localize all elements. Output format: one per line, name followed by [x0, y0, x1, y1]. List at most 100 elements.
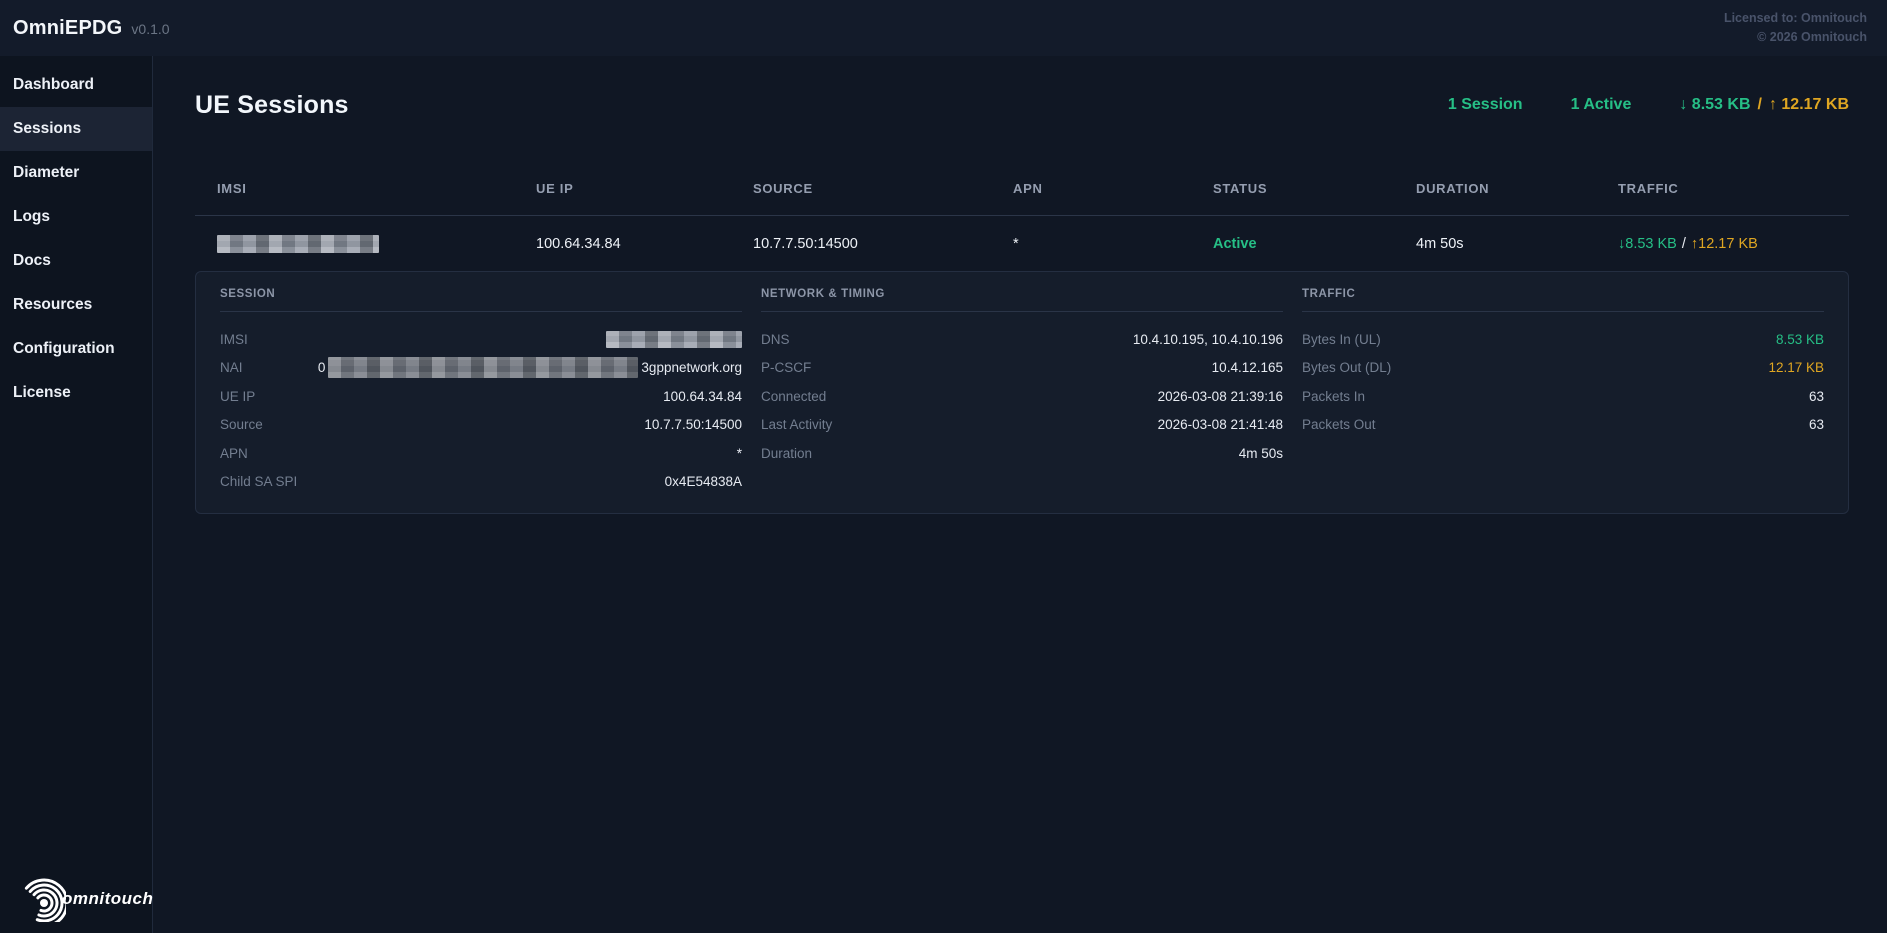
- cell-source: 10.7.7.50:14500: [753, 236, 1013, 252]
- sidebar-item-configuration[interactable]: Configuration: [0, 327, 152, 371]
- detail-row-apn: APN *: [220, 439, 742, 468]
- column-header-traffic: TRAFFIC: [1618, 181, 1849, 196]
- omnitouch-logo: omnitouch: [8, 870, 153, 927]
- column-header-status: STATUS: [1213, 181, 1416, 196]
- column-header-apn: APN: [1013, 181, 1213, 196]
- detail-row-bytes-out: Bytes Out (DL) 12.17 KB: [1302, 354, 1824, 383]
- detail-value-connected: 2026-03-08 21:39:16: [1158, 389, 1283, 404]
- detail-label-nai: NAI: [220, 360, 243, 375]
- detail-row-nai: NAI 0 3gppnetwork.org: [220, 354, 742, 383]
- detail-row-dns: DNS 10.4.10.195, 10.4.10.196: [761, 325, 1283, 354]
- detail-row-imsi: IMSI: [220, 325, 742, 354]
- sessions-table-header: IMSI UE IP SOURCE APN STATUS DURATION TR…: [195, 161, 1849, 216]
- detail-row-packets-out: Packets Out 63: [1302, 411, 1824, 440]
- sidebar: Dashboard Sessions Diameter Logs Docs Re…: [0, 56, 153, 933]
- detail-label-child-sa-spi: Child SA SPI: [220, 474, 297, 489]
- column-header-imsi: IMSI: [195, 181, 536, 196]
- stat-bytes-up: ↑ 12.17 KB: [1769, 96, 1849, 114]
- cell-traffic-down: ↓8.53 KB: [1618, 236, 1677, 252]
- detail-row-ue-ip: UE IP 100.64.34.84: [220, 382, 742, 411]
- detail-label-last-activity: Last Activity: [761, 417, 832, 432]
- column-header-duration: DURATION: [1416, 181, 1618, 196]
- main-content: UE Sessions 1 Session 1 Active ↓ 8.53 KB…: [153, 56, 1887, 933]
- redacted-imsi-block: [217, 235, 379, 253]
- cell-status: Active: [1213, 236, 1416, 252]
- logo-wordmark: omnitouch: [62, 889, 153, 909]
- stat-traffic-separator: /: [1758, 96, 1762, 114]
- sidebar-item-dashboard[interactable]: Dashboard: [0, 63, 152, 107]
- sidebar-item-sessions[interactable]: Sessions: [0, 107, 152, 151]
- detail-label-pcscf: P-CSCF: [761, 360, 811, 375]
- redacted-imsi-detail-block: [606, 331, 742, 348]
- detail-value-packets-in: 63: [1809, 389, 1824, 404]
- detail-row-last-activity: Last Activity 2026-03-08 21:41:48: [761, 411, 1283, 440]
- detail-value-packets-out: 63: [1809, 417, 1824, 432]
- section-title-network-timing: NETWORK & TIMING: [761, 288, 1283, 312]
- sidebar-item-resources[interactable]: Resources: [0, 283, 152, 327]
- detail-value-duration: 4m 50s: [1239, 446, 1283, 461]
- detail-value-dns: 10.4.10.195, 10.4.10.196: [1133, 332, 1283, 347]
- session-table-row[interactable]: 100.64.34.84 10.7.7.50:14500 * Active 4m…: [195, 216, 1849, 271]
- detail-label-duration: Duration: [761, 446, 812, 461]
- top-header: OmniEPDG v0.1.0 Licensed to: Omnitouch ©…: [0, 0, 1887, 56]
- license-info: Licensed to: Omnitouch © 2026 Omnitouch: [1724, 9, 1867, 47]
- section-title-session: SESSION: [220, 288, 742, 312]
- cell-apn: *: [1013, 236, 1213, 252]
- redacted-imsi-value: [606, 331, 742, 348]
- detail-value-pcscf: 10.4.12.165: [1212, 360, 1283, 375]
- detail-section-network-timing: NETWORK & TIMING DNS 10.4.10.195, 10.4.1…: [761, 288, 1283, 496]
- nai-suffix: 3gppnetwork.org: [641, 360, 742, 375]
- session-stats: 1 Session 1 Active ↓ 8.53 KB / ↑ 12.17 K…: [1448, 96, 1849, 114]
- copyright-text: © 2026 Omnitouch: [1724, 28, 1867, 47]
- detail-section-session: SESSION IMSI NAI 0 3gppnetwork.org UE IP: [220, 288, 742, 496]
- detail-label-bytes-in: Bytes In (UL): [1302, 332, 1381, 347]
- detail-row-source: Source 10.7.7.50:14500: [220, 411, 742, 440]
- detail-value-ue-ip: 100.64.34.84: [663, 389, 742, 404]
- column-header-source: SOURCE: [753, 181, 1013, 196]
- nai-prefix: 0: [318, 360, 326, 375]
- detail-label-packets-in: Packets In: [1302, 389, 1365, 404]
- detail-value-bytes-out: 12.17 KB: [1768, 360, 1824, 375]
- cell-traffic: ↓8.53 KB/↑12.17 KB: [1618, 236, 1849, 252]
- detail-row-connected: Connected 2026-03-08 21:39:16: [761, 382, 1283, 411]
- detail-section-traffic: TRAFFIC Bytes In (UL) 8.53 KB Bytes Out …: [1302, 288, 1824, 496]
- stat-active-count: 1 Active: [1571, 96, 1632, 114]
- detail-row-pcscf: P-CSCF 10.4.12.165: [761, 354, 1283, 383]
- detail-row-packets-in: Packets In 63: [1302, 382, 1824, 411]
- detail-value-source: 10.7.7.50:14500: [644, 417, 742, 432]
- app-version: v0.1.0: [131, 21, 169, 37]
- stat-bytes-down: ↓ 8.53 KB: [1679, 96, 1750, 114]
- detail-row-bytes-in: Bytes In (UL) 8.53 KB: [1302, 325, 1824, 354]
- detail-value-bytes-in: 8.53 KB: [1776, 332, 1824, 347]
- detail-value-apn: *: [737, 446, 742, 461]
- cell-ue-ip: 100.64.34.84: [536, 236, 753, 252]
- sidebar-item-logs[interactable]: Logs: [0, 195, 152, 239]
- cell-duration: 4m 50s: [1416, 236, 1618, 252]
- sidebar-item-diameter[interactable]: Diameter: [0, 151, 152, 195]
- stat-session-count: 1 Session: [1448, 96, 1523, 114]
- column-header-ue-ip: UE IP: [536, 181, 753, 196]
- detail-label-ue-ip: UE IP: [220, 389, 255, 404]
- detail-label-imsi: IMSI: [220, 332, 248, 347]
- redacted-nai-block: [328, 357, 638, 378]
- detail-label-dns: DNS: [761, 332, 790, 347]
- sidebar-item-docs[interactable]: Docs: [0, 239, 152, 283]
- detail-value-child-sa-spi: 0x4E54838A: [665, 474, 742, 489]
- session-detail-panel: SESSION IMSI NAI 0 3gppnetwork.org UE IP: [195, 271, 1849, 514]
- detail-label-bytes-out: Bytes Out (DL): [1302, 360, 1391, 375]
- stat-traffic-totals: ↓ 8.53 KB / ↑ 12.17 KB: [1679, 96, 1849, 114]
- nai-value: 0 3gppnetwork.org: [318, 357, 742, 378]
- brand: OmniEPDG v0.1.0: [13, 17, 170, 40]
- detail-row-duration: Duration 4m 50s: [761, 439, 1283, 468]
- detail-label-source: Source: [220, 417, 263, 432]
- section-title-traffic: TRAFFIC: [1302, 288, 1824, 312]
- detail-label-packets-out: Packets Out: [1302, 417, 1376, 432]
- page-title: UE Sessions: [195, 91, 349, 120]
- detail-value-last-activity: 2026-03-08 21:41:48: [1158, 417, 1283, 432]
- detail-label-connected: Connected: [761, 389, 826, 404]
- sidebar-item-license[interactable]: License: [0, 371, 152, 415]
- signal-arcs-icon: [8, 870, 66, 927]
- licensed-to-text: Licensed to: Omnitouch: [1724, 9, 1867, 28]
- detail-label-apn: APN: [220, 446, 248, 461]
- cell-traffic-up: ↑12.17 KB: [1691, 236, 1758, 252]
